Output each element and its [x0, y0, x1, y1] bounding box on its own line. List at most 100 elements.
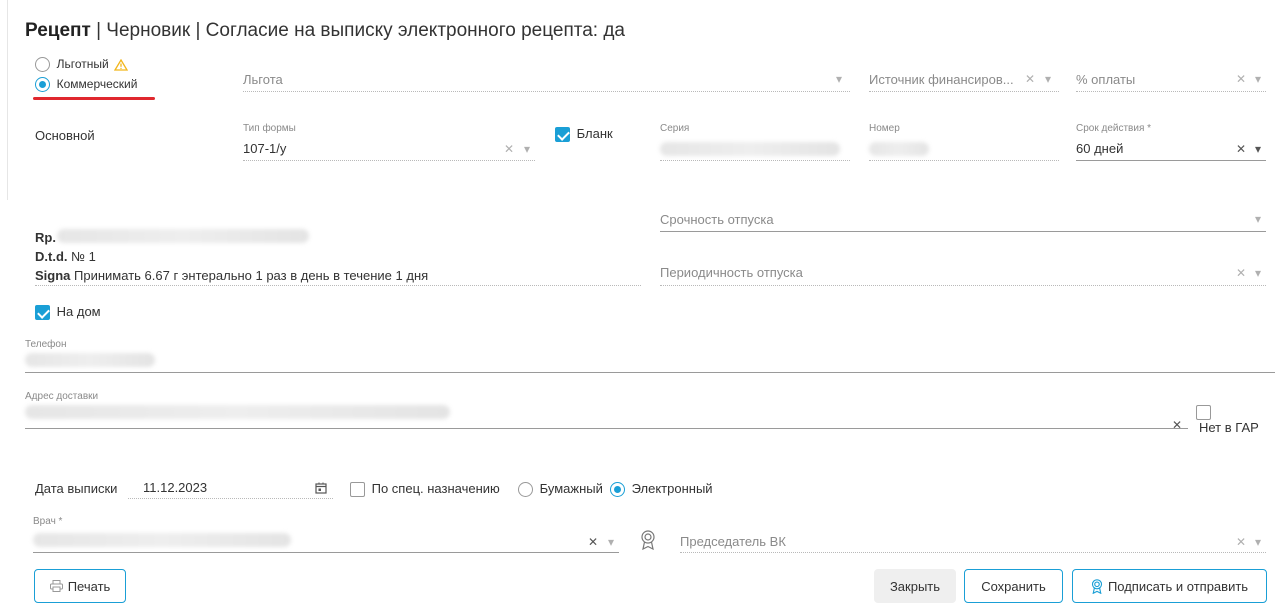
rp-line: Rp.	[35, 230, 56, 245]
number-field[interactable]	[869, 160, 1059, 161]
radio-commercial-circle[interactable]	[35, 77, 50, 93]
prescription-field[interactable]	[35, 285, 641, 286]
phone-label: Телефон	[25, 339, 67, 350]
signa-line: Signa Принимать 6.67 г энтерально 1 раз …	[35, 268, 428, 283]
no-gar-checkbox[interactable]: Нет в ГАР	[1196, 404, 1276, 435]
issue-date-label: Дата выписки	[35, 481, 118, 496]
periodicity-clear-icon[interactable]: ✕	[1236, 266, 1246, 280]
form-type-value: 107-1/у	[243, 141, 287, 156]
section-label: Основной	[35, 128, 95, 143]
payment-field[interactable]	[1076, 91, 1266, 92]
form-type-dropdown-icon[interactable]: ▾	[524, 142, 530, 156]
phone-value-redacted	[25, 353, 155, 367]
address-clear-icon[interactable]: ✕	[1172, 418, 1182, 432]
funding-dropdown-icon[interactable]: ▾	[1045, 72, 1051, 86]
validity-clear-icon[interactable]: ✕	[1236, 142, 1246, 156]
blank-checkbox-label: Бланк	[576, 126, 613, 141]
number-label: Номер	[869, 123, 900, 134]
payment-clear-icon[interactable]: ✕	[1236, 72, 1246, 86]
doctor-label: Врач *	[33, 516, 63, 527]
issue-date-field[interactable]	[128, 498, 333, 499]
series-value-redacted	[660, 142, 840, 156]
urgency-dropdown-icon[interactable]: ▾	[1255, 212, 1261, 226]
radio-paper-label: Бумажный	[539, 481, 603, 496]
series-field[interactable]	[660, 160, 850, 161]
special-purpose-checkbox[interactable]: По спец. назначению	[350, 481, 500, 498]
address-field[interactable]	[25, 428, 1188, 429]
drug-name-redacted	[57, 229, 309, 243]
vk-chair-field[interactable]	[680, 552, 1266, 553]
urgency-placeholder: Срочность отпуска	[660, 212, 774, 227]
benefit-placeholder: Льгота	[243, 72, 283, 87]
funding-placeholder: Источник финансиров...	[869, 72, 1014, 87]
doctor-dropdown-icon[interactable]: ▾	[608, 535, 614, 549]
vk-chair-clear-icon[interactable]: ✕	[1236, 535, 1246, 549]
home-delivery-checkbox[interactable]: На дом	[35, 304, 101, 321]
vk-chair-dropdown-icon[interactable]: ▾	[1255, 535, 1261, 549]
sign-send-button[interactable]: Подписать и отправить	[1072, 569, 1267, 603]
home-delivery-checkbox-box[interactable]	[35, 305, 50, 321]
signa-value: Принимать 6.67 г энтерально 1 раз в день…	[74, 268, 429, 283]
rp-label: Rp.	[35, 230, 56, 245]
funding-field[interactable]	[869, 91, 1059, 92]
blank-checkbox[interactable]: Бланк	[555, 126, 613, 143]
dtd-label: D.t.d.	[35, 249, 68, 264]
benefit-field[interactable]	[243, 91, 850, 92]
validity-field[interactable]	[1076, 160, 1266, 161]
radio-privileged-label: Льготный	[56, 57, 109, 71]
radio-electronic-circle[interactable]	[610, 482, 625, 498]
radio-paper[interactable]: Бумажный	[518, 481, 603, 498]
doctor-value-redacted	[33, 533, 291, 547]
radio-commercial-label: Коммерческий	[56, 77, 138, 91]
calendar-icon[interactable]	[315, 482, 327, 497]
signa-label: Signa	[35, 268, 71, 283]
urgency-field[interactable]	[660, 231, 1266, 232]
form-type-label: Тип формы	[243, 123, 296, 134]
doctor-field[interactable]	[33, 552, 619, 553]
address-value-redacted	[25, 405, 450, 419]
highlight-underline	[33, 97, 155, 100]
close-button[interactable]: Закрыть	[874, 569, 956, 603]
doctor-clear-icon[interactable]: ✕	[588, 535, 598, 549]
form-type-field[interactable]	[243, 160, 535, 161]
warning-icon	[114, 58, 129, 71]
payment-dropdown-icon[interactable]: ▾	[1255, 72, 1261, 86]
save-button-label: Сохранить	[981, 578, 1046, 594]
validity-value: 60 дней	[1076, 141, 1124, 156]
print-button-label: Печать	[67, 578, 111, 594]
page-title: Рецепт | Черновик | Согласие на выписку …	[25, 20, 625, 41]
special-purpose-label: По спец. назначению	[371, 481, 500, 496]
issue-date-value: 11.12.2023	[143, 480, 208, 495]
signature-seal-icon	[1091, 578, 1102, 594]
payment-placeholder: % оплаты	[1076, 72, 1136, 87]
address-label: Адрес доставки	[25, 391, 99, 402]
form-type-clear-icon[interactable]: ✕	[504, 142, 514, 156]
close-button-label: Закрыть	[889, 578, 941, 594]
benefit-dropdown-icon[interactable]: ▾	[836, 72, 842, 86]
validity-dropdown-icon[interactable]: ▾	[1255, 142, 1261, 156]
radio-privileged-circle[interactable]	[35, 57, 50, 73]
home-delivery-label: На дом	[56, 304, 101, 319]
blank-checkbox-box[interactable]	[555, 127, 570, 143]
special-purpose-checkbox-box[interactable]	[350, 482, 365, 498]
dtd-line: D.t.d. № 1	[35, 249, 96, 264]
dtd-value: № 1	[71, 249, 96, 264]
radio-privileged[interactable]: Льготный	[35, 56, 129, 73]
periodicity-placeholder: Периодичность отпуска	[660, 265, 803, 280]
number-value-redacted	[869, 142, 929, 156]
radio-electronic[interactable]: Электронный	[610, 481, 713, 498]
periodicity-field[interactable]	[660, 285, 1266, 286]
periodicity-dropdown-icon[interactable]: ▾	[1255, 266, 1261, 280]
phone-field[interactable]	[25, 372, 1275, 373]
radio-electronic-label: Электронный	[631, 481, 713, 496]
no-gar-checkbox-box[interactable]	[1196, 405, 1211, 421]
no-gar-label: Нет в ГАР	[1199, 420, 1259, 436]
print-button[interactable]: Печать	[34, 569, 126, 603]
radio-paper-circle[interactable]	[518, 482, 533, 498]
funding-clear-icon[interactable]: ✕	[1025, 72, 1035, 86]
save-button[interactable]: Сохранить	[964, 569, 1063, 603]
printer-icon	[49, 580, 63, 592]
validity-label: Срок действия *	[1076, 123, 1152, 134]
radio-commercial[interactable]: Коммерческий	[35, 76, 138, 93]
signature-seal-icon[interactable]	[640, 530, 656, 553]
